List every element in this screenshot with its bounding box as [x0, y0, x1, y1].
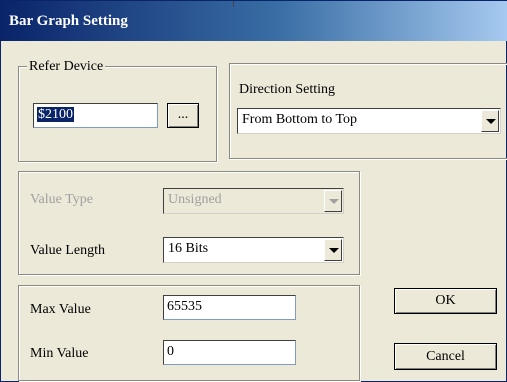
bar-graph-setting-dialog: Bar Graph Setting Refer Device $2100 ...…: [0, 0, 507, 382]
min-value-input[interactable]: 0: [163, 340, 296, 365]
refer-device-value: $2100: [37, 107, 74, 122]
max-value-input[interactable]: 65535: [163, 295, 296, 320]
value-type-selected-value: Unsigned: [168, 192, 222, 207]
min-value-text: 0: [167, 344, 174, 359]
browse-device-button[interactable]: ...: [167, 103, 199, 128]
value-length-selected-value: 16 Bits: [168, 241, 209, 256]
max-value-label: Max Value: [30, 302, 91, 317]
refer-device-input[interactable]: $2100: [33, 103, 158, 128]
value-type-label: Value Type: [30, 192, 93, 207]
value-type-select: Unsigned: [163, 188, 344, 214]
direction-setting-label: Direction Setting: [239, 82, 336, 97]
title-bar: Bar Graph Setting: [1, 1, 507, 41]
max-value-text: 65535: [167, 299, 202, 314]
chevron-down-icon[interactable]: [481, 110, 499, 132]
divider-tick: [233, 1, 234, 7]
refer-device-legend: Refer Device: [27, 58, 106, 76]
chevron-down-icon[interactable]: [324, 239, 342, 261]
direction-select[interactable]: From Bottom to Top: [237, 108, 501, 134]
direction-selected-value: From Bottom to Top: [242, 112, 358, 127]
value-length-label: Value Length: [30, 243, 106, 258]
min-value-label: Min Value: [30, 346, 89, 361]
value-length-select[interactable]: 16 Bits: [163, 237, 344, 263]
dialog-title: Bar Graph Setting: [9, 13, 128, 29]
cancel-button[interactable]: Cancel: [394, 343, 497, 370]
chevron-down-icon: [324, 190, 342, 212]
ok-button[interactable]: OK: [394, 288, 497, 314]
